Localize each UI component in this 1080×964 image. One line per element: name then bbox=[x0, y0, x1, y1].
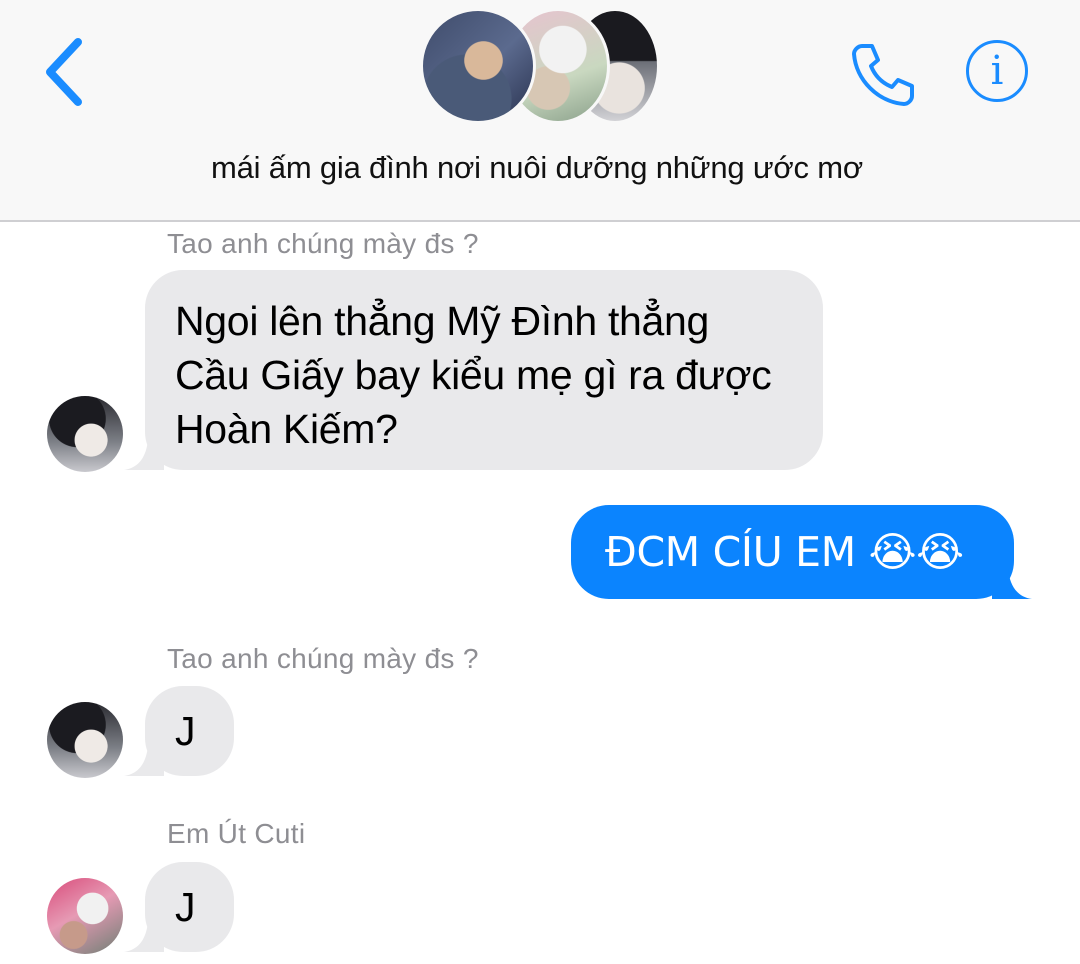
incoming-message-bubble[interactable]: Ngoi lên thẳng Mỹ Đình thẳng Cầu Giấy ba… bbox=[145, 270, 823, 470]
bubble-tail bbox=[992, 569, 1032, 599]
sender-avatar[interactable] bbox=[47, 702, 123, 778]
back-button[interactable] bbox=[40, 36, 90, 108]
bubble-tail bbox=[124, 440, 164, 470]
sender-avatar[interactable] bbox=[47, 878, 123, 954]
bubble-tail bbox=[124, 746, 164, 776]
chevron-left-icon bbox=[46, 38, 82, 106]
group-member-avatar bbox=[420, 8, 536, 124]
group-avatar-stack[interactable] bbox=[420, 8, 660, 128]
sender-name: Em Út Cuti bbox=[167, 818, 306, 849]
conversation-title[interactable]: mái ấm gia đình nơi nuôi dưỡng những ước… bbox=[0, 150, 1074, 186]
bubble-tail bbox=[124, 922, 164, 952]
phone-icon bbox=[852, 44, 914, 106]
info-button[interactable]: i bbox=[966, 40, 1028, 102]
sender-avatar[interactable] bbox=[47, 396, 123, 472]
message-text: J bbox=[175, 708, 196, 754]
message-text: Ngoi lên thẳng Mỹ Đình thẳng Cầu Giấy ba… bbox=[175, 298, 772, 452]
message-text: J bbox=[175, 884, 196, 930]
call-button[interactable] bbox=[848, 40, 918, 110]
conversation-header: i mái ấm gia đình nơi nuôi dưỡng những ư… bbox=[0, 0, 1080, 222]
sender-name: Tao anh chúng mày đs ? bbox=[167, 228, 479, 259]
message-text: ĐCM CÍU EM 😭😭 bbox=[605, 528, 964, 576]
sender-name: Tao anh chúng mày đs ? bbox=[167, 643, 479, 674]
outgoing-message-bubble[interactable]: ĐCM CÍU EM 😭😭 bbox=[571, 505, 1014, 599]
info-icon: i bbox=[990, 48, 1004, 94]
